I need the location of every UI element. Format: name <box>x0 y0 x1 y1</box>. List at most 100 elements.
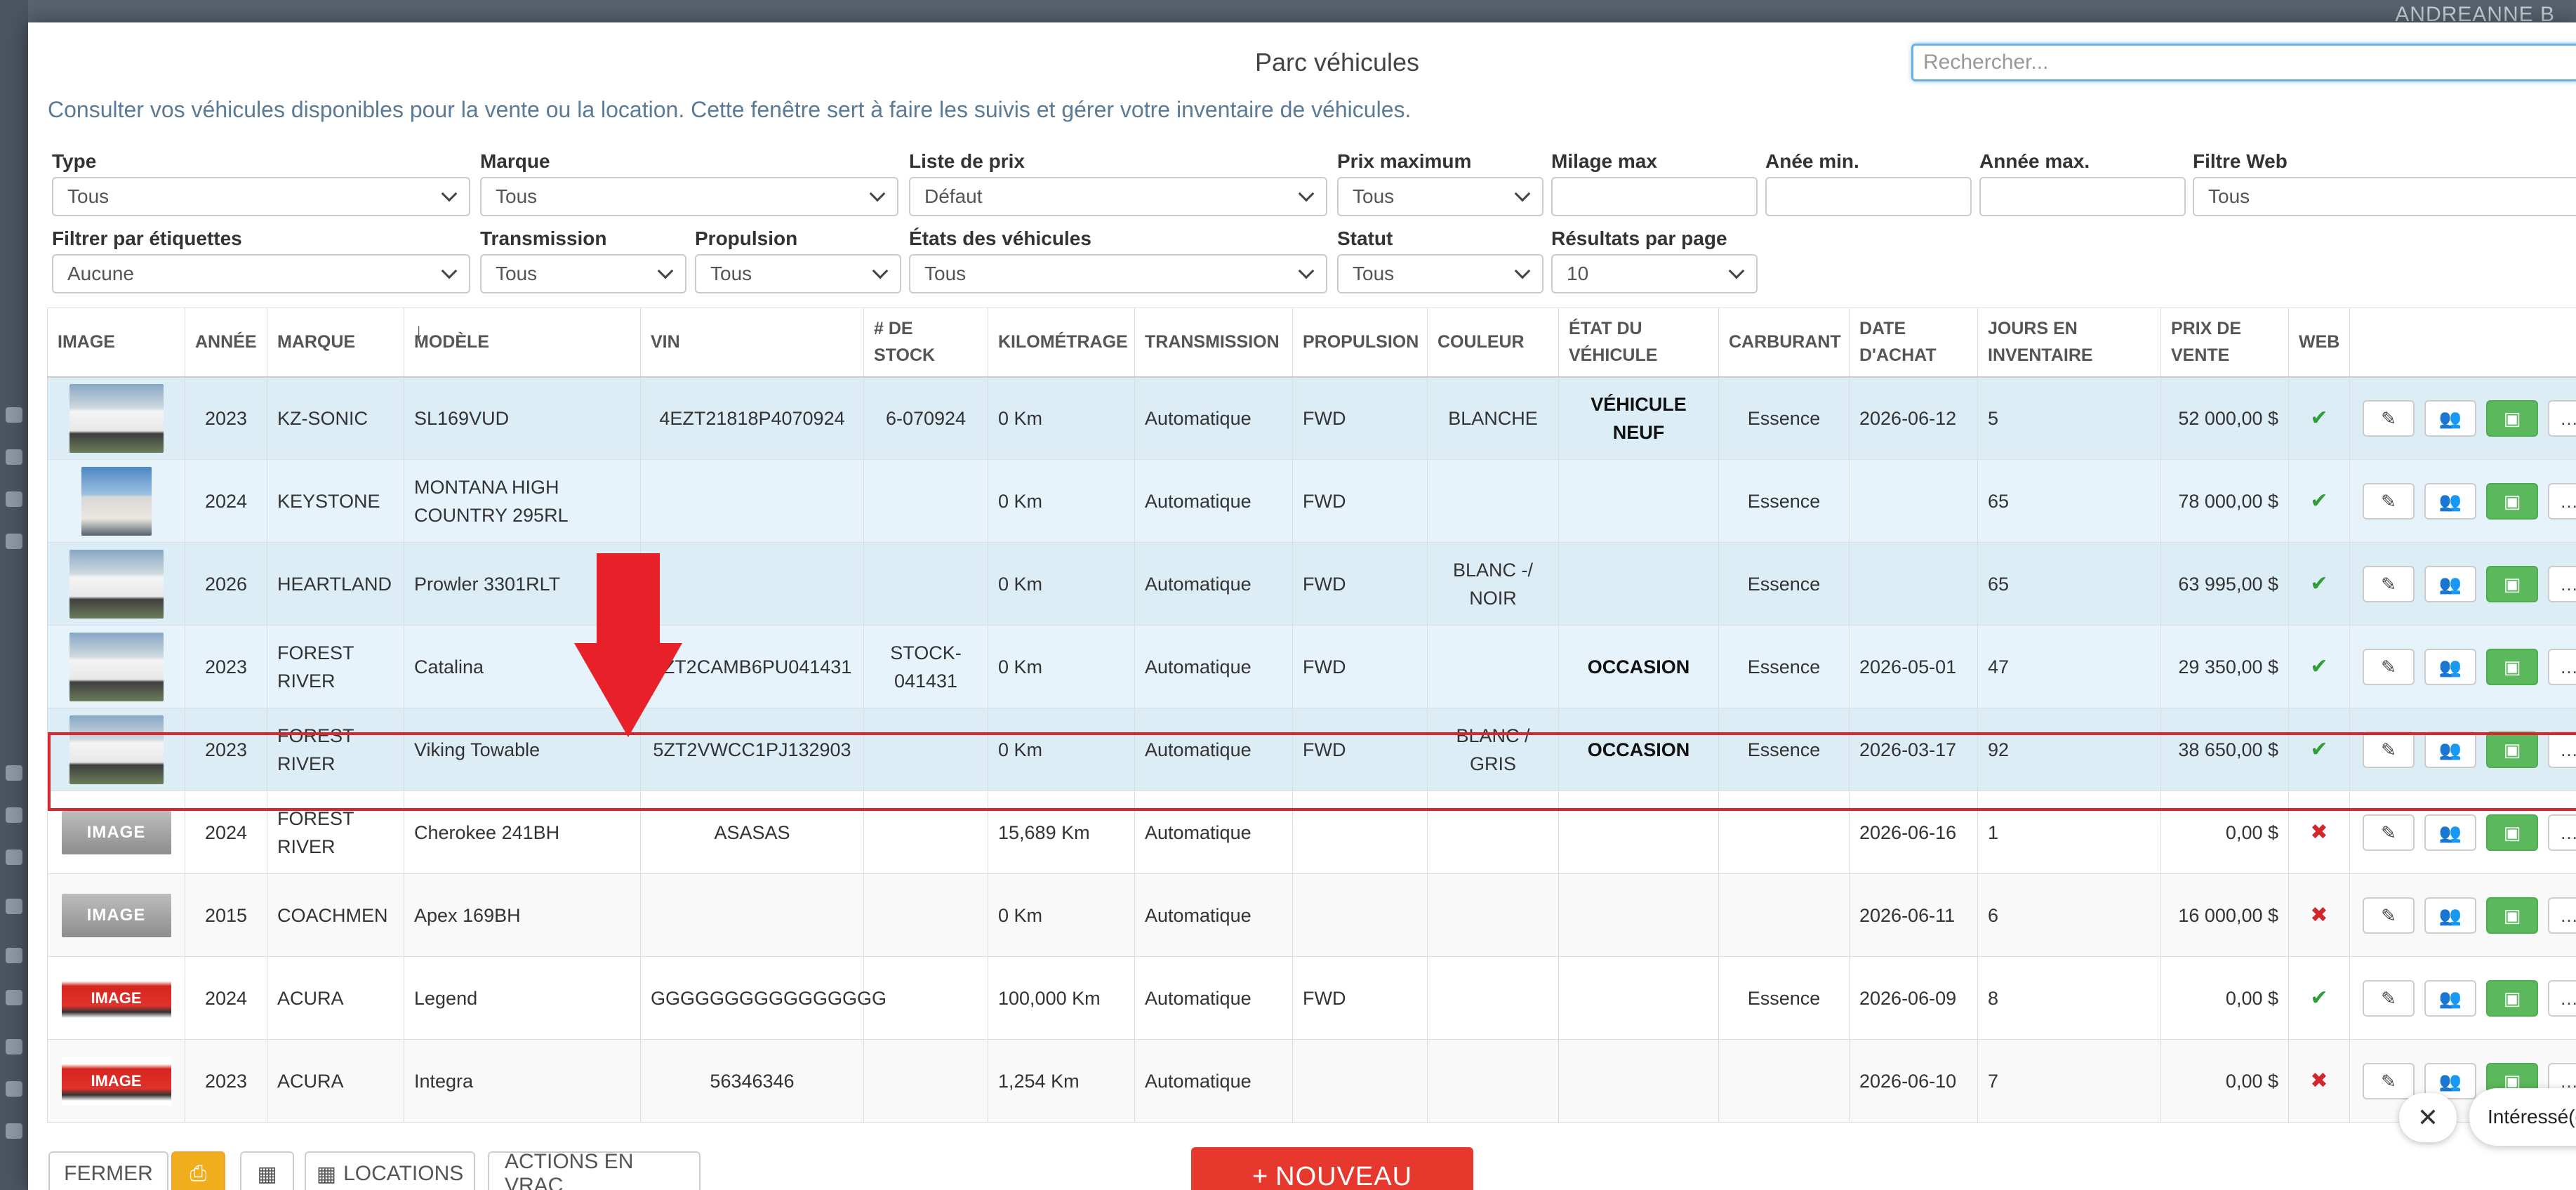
sell-button[interactable]: ▣ <box>2486 648 2538 685</box>
table-row[interactable]: IMAGE 2024 FOREST RIVER Cherokee 241BH ASASA… <box>47 791 2576 874</box>
more-button[interactable]: … <box>2548 731 2576 768</box>
vehicle-thumbnail[interactable] <box>69 383 164 453</box>
col-header-km[interactable]: Kilométrage <box>988 308 1135 378</box>
col-header-vin[interactable]: VIN <box>640 308 864 378</box>
filter-status-select[interactable]: Tous <box>1337 254 1543 293</box>
sidebar-cart-icon[interactable] <box>6 1039 22 1055</box>
filter-min-year-input[interactable] <box>1765 177 1972 216</box>
filter-web-select[interactable]: Tous <box>2193 177 2576 216</box>
col-header-web[interactable]: Web <box>2288 308 2350 378</box>
col-header-color[interactable]: Couleur <box>1427 308 1559 378</box>
vehicle-thumbnail[interactable]: IMAGE <box>61 893 171 937</box>
edit-button[interactable]: ✎ <box>2363 897 2415 934</box>
sell-button[interactable]: ▣ <box>2486 897 2538 934</box>
vehicle-thumbnail[interactable]: IMAGE <box>61 1056 171 1106</box>
sell-button[interactable]: ▣ <box>2486 979 2538 1017</box>
locations-button[interactable]: ▦ LOCATIONS <box>305 1151 475 1190</box>
vehicle-thumbnail[interactable] <box>69 715 164 784</box>
filter-max-price-select[interactable]: Tous <box>1337 177 1543 216</box>
vehicle-thumbnail[interactable]: IMAGE <box>61 810 171 854</box>
cell-image[interactable] <box>47 625 185 708</box>
table-row[interactable]: 2024 KEYSTONE MONTANA HIGH COUNTRY 295RL 0 … <box>47 459 2576 543</box>
sidebar-money-icon[interactable] <box>6 449 22 465</box>
cell-image[interactable] <box>47 542 185 626</box>
sidebar-car-icon[interactable] <box>6 849 22 865</box>
sidebar-users-icon[interactable] <box>6 1081 22 1097</box>
vehicle-thumbnail[interactable] <box>69 632 164 701</box>
more-button[interactable]: … <box>2548 565 2576 602</box>
customers-button[interactable]: 👥 <box>2424 731 2476 768</box>
cell-image[interactable]: IMAGE <box>47 791 185 874</box>
customers-button[interactable]: 👥 <box>2424 399 2476 437</box>
col-header-image[interactable]: Image <box>47 308 185 378</box>
vehicle-thumbnail[interactable] <box>69 549 164 619</box>
sell-button[interactable]: ▣ <box>2486 814 2538 851</box>
table-row[interactable]: IMAGE 2024 ACURA Legend GGGGGGGGGGGGGGGG 100,… <box>47 956 2576 1040</box>
edit-button[interactable]: ✎ <box>2363 399 2415 437</box>
edit-button[interactable]: ✎ <box>2363 731 2415 768</box>
cell-image[interactable] <box>47 459 185 543</box>
new-vehicle-button[interactable]: + NOUVEAU <box>1191 1147 1473 1190</box>
table-row[interactable]: 2023 FOREST RIVER Catalina 5ZT2CAMB6PU04143… <box>47 625 2576 708</box>
toast-notification[interactable]: Intéressé(e)/Intéressée(s) <box>2469 1088 2576 1146</box>
filter-max-year-input[interactable] <box>1979 177 2186 216</box>
vehicle-thumbnail[interactable] <box>81 466 152 536</box>
cell-image[interactable] <box>47 376 185 460</box>
col-header-state[interactable]: État du véhicule <box>1558 308 1719 378</box>
customers-button[interactable]: 👥 <box>2424 565 2476 602</box>
filter-per-page-select[interactable]: 10 <box>1551 254 1758 293</box>
col-header-transmission[interactable]: Transmission <box>1134 308 1293 378</box>
sidebar-dashboard-icon[interactable] <box>6 407 22 423</box>
customers-button[interactable]: 👥 <box>2424 897 2476 934</box>
cell-image[interactable]: IMAGE <box>47 873 185 957</box>
table-row[interactable]: IMAGE 2015 COACHMEN Apex 169BH 0 Km Automatiq… <box>47 873 2576 957</box>
customers-button[interactable]: 👥 <box>2424 979 2476 1017</box>
col-header-propulsion[interactable]: Propulsion <box>1292 308 1428 378</box>
sidebar-org-icon[interactable] <box>6 534 22 549</box>
sell-button[interactable]: ▣ <box>2486 565 2538 602</box>
vehicle-thumbnail[interactable]: IMAGE <box>61 973 171 1023</box>
sidebar-bank-icon[interactable] <box>6 990 22 1005</box>
col-header-stock[interactable]: # de stock <box>863 308 988 378</box>
edit-button[interactable]: ✎ <box>2363 648 2415 685</box>
sidebar-card-icon[interactable] <box>6 948 22 963</box>
edit-button[interactable]: ✎ <box>2363 814 2415 851</box>
col-header-year[interactable]: Année <box>185 308 267 378</box>
customers-button[interactable]: 👥 <box>2424 814 2476 851</box>
more-button[interactable]: … <box>2548 399 2576 437</box>
col-header-fuel[interactable]: Carburant <box>1718 308 1850 378</box>
edit-button[interactable]: ✎ <box>2363 1062 2415 1099</box>
table-row[interactable]: IMAGE 2023 ACURA Integra 56346346 1,254 Km Aut… <box>47 1039 2576 1123</box>
customers-button[interactable]: 👥 <box>2424 648 2476 685</box>
col-header-days[interactable]: Jours en inventaire <box>1977 308 2161 378</box>
edit-button[interactable]: ✎ <box>2363 979 2415 1017</box>
cell-image[interactable]: IMAGE <box>47 1039 185 1123</box>
toast-close-button[interactable]: ✕ <box>2399 1093 2457 1142</box>
filter-vehicle-states-select[interactable]: Tous <box>909 254 1327 293</box>
col-header-model[interactable]: Modèle <box>404 308 641 378</box>
filter-propulsion-select[interactable]: Tous <box>695 254 901 293</box>
filter-type-select[interactable]: Tous <box>52 177 470 216</box>
sell-button[interactable]: ▣ <box>2486 731 2538 768</box>
table-row[interactable]: 2026 HEARTLAND Prowler 3301RLT 0 Km Automati… <box>47 542 2576 626</box>
filter-transmission-select[interactable]: Tous <box>480 254 686 293</box>
filter-price-list-select[interactable]: Défaut <box>909 177 1327 216</box>
sell-button[interactable]: ▣ <box>2486 482 2538 520</box>
more-button[interactable]: … <box>2548 814 2576 851</box>
col-header-brand[interactable]: Marque ↓ <box>267 308 424 378</box>
calendar-button[interactable]: ▦ <box>240 1151 294 1190</box>
sidebar-clock-icon[interactable] <box>6 491 22 507</box>
more-button[interactable]: … <box>2548 979 2576 1017</box>
close-button[interactable]: FERMER <box>48 1151 168 1190</box>
cell-image[interactable]: IMAGE <box>47 956 185 1040</box>
sidebar-truck-icon[interactable] <box>6 1123 22 1139</box>
filter-max-mileage-input[interactable] <box>1551 177 1758 216</box>
more-button[interactable]: … <box>2548 897 2576 934</box>
table-row[interactable]: 2023 FOREST RIVER Viking Towable 5ZT2VWCC1P… <box>47 708 2576 791</box>
search-input[interactable] <box>1911 44 2576 81</box>
edit-button[interactable]: ✎ <box>2363 482 2415 520</box>
sell-button[interactable]: ▣ <box>2486 399 2538 437</box>
print-button[interactable]: ⎙ <box>171 1151 225 1190</box>
edit-button[interactable]: ✎ <box>2363 565 2415 602</box>
sidebar-calendar-icon[interactable] <box>6 807 22 823</box>
